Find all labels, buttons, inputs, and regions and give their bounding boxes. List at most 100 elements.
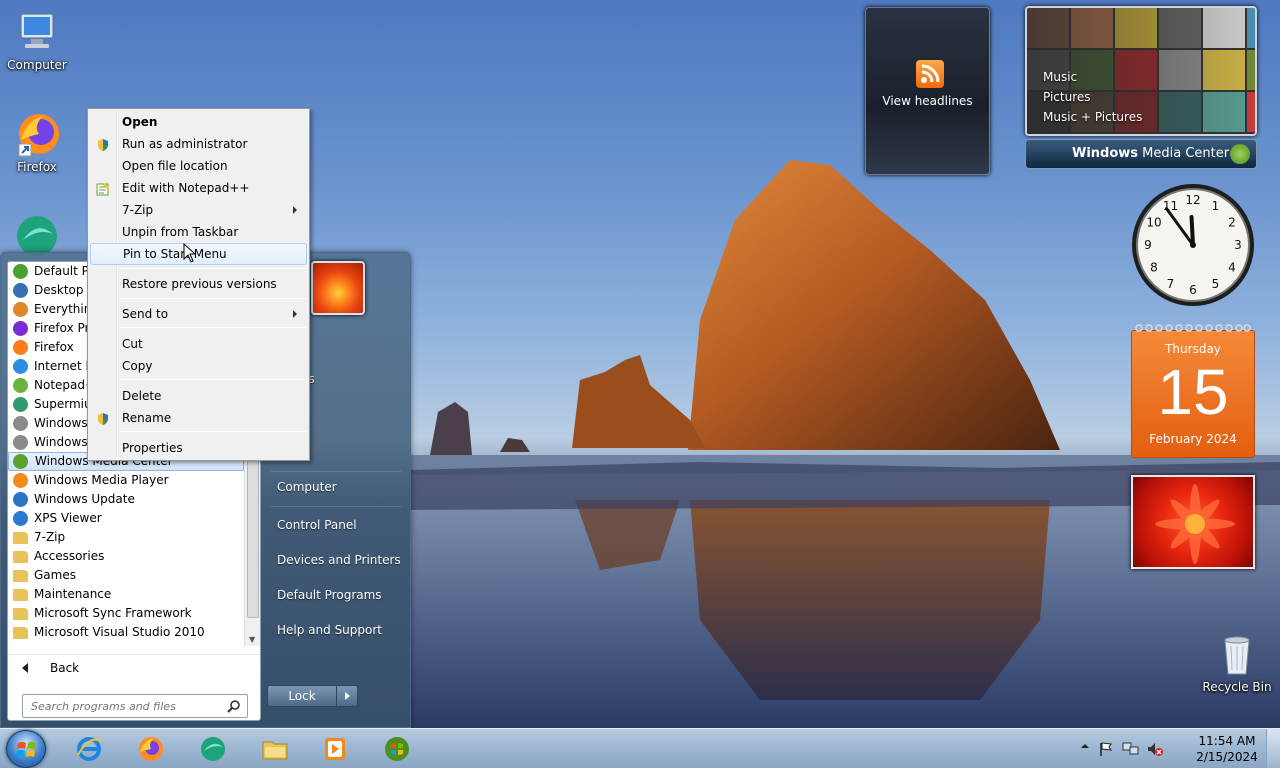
program-item[interactable]: Games bbox=[8, 566, 244, 585]
folder-icon bbox=[13, 532, 28, 544]
program-item[interactable]: Windows Update bbox=[8, 490, 244, 509]
taskbar-button[interactable] bbox=[186, 730, 240, 768]
calendar-rings bbox=[1135, 324, 1251, 332]
context-menu-item[interactable]: Run as administrator bbox=[90, 133, 307, 155]
teams-icon bbox=[199, 735, 227, 763]
desktop-icon-firefox[interactable]: Firefox bbox=[0, 110, 74, 174]
feed-headlines-gadget[interactable]: View headlines bbox=[865, 7, 990, 175]
windows-icon bbox=[13, 435, 28, 450]
context-menu-item[interactable]: Properties bbox=[90, 437, 307, 459]
right-separator bbox=[271, 471, 401, 472]
start-button[interactable] bbox=[6, 730, 46, 768]
right-link-default-programs[interactable]: Default Programs bbox=[265, 581, 405, 609]
windows-update-icon bbox=[13, 492, 28, 507]
folder-icon bbox=[13, 570, 28, 582]
context-menu-item[interactable]: Open file location bbox=[90, 155, 307, 177]
network-icon[interactable] bbox=[1122, 741, 1140, 757]
clock-numeral: 1 bbox=[1212, 199, 1220, 213]
scroll-down-arrow-icon[interactable]: ▼ bbox=[249, 635, 255, 644]
context-menu-item[interactable]: Open bbox=[90, 111, 307, 133]
program-item[interactable]: XPS Viewer bbox=[8, 509, 244, 528]
context-menu-item-label: Open bbox=[122, 115, 158, 129]
right-link-computer[interactable]: Computer bbox=[265, 473, 405, 501]
context-menu-item-label: Restore previous versions bbox=[122, 277, 277, 291]
program-item[interactable]: Microsoft Visual Studio 2010 bbox=[8, 623, 244, 642]
supermium-icon bbox=[13, 397, 28, 412]
program-item-label: Windows Update bbox=[34, 492, 135, 506]
submenu-arrow-icon bbox=[293, 310, 297, 318]
everything-search-icon bbox=[13, 302, 28, 317]
user-account-picture[interactable] bbox=[311, 261, 365, 315]
volume-muted-icon[interactable] bbox=[1146, 741, 1164, 757]
view-headlines-link[interactable]: View headlines bbox=[866, 94, 989, 108]
xps-viewer-icon bbox=[13, 511, 28, 526]
show-hidden-icons-icon[interactable] bbox=[1080, 741, 1090, 751]
slideshow-gadget[interactable] bbox=[1131, 475, 1255, 569]
taskbar-button[interactable] bbox=[62, 730, 116, 768]
program-item[interactable]: Accessories bbox=[8, 547, 244, 566]
search-icon[interactable] bbox=[227, 699, 241, 713]
file-explorer-icon bbox=[261, 735, 289, 763]
context-menu-item-label: Open file location bbox=[122, 159, 228, 173]
taskbar-button[interactable] bbox=[248, 730, 302, 768]
calendar-gadget[interactable]: Thursday 15 February 2024 bbox=[1131, 322, 1255, 458]
context-menu-item[interactable]: Pin to Start Menu bbox=[90, 243, 307, 265]
context-menu-item[interactable]: Send to bbox=[90, 303, 307, 325]
context-menu-item[interactable]: Unpin from Taskbar bbox=[90, 221, 307, 243]
program-item[interactable]: Microsoft Sync Framework bbox=[8, 604, 244, 623]
program-item[interactable]: Windows Media Player bbox=[8, 471, 244, 490]
context-menu-item[interactable]: Edit with Notepad++ bbox=[90, 177, 307, 199]
context-menu-separator bbox=[120, 268, 306, 269]
shutdown-options-arrow[interactable] bbox=[336, 685, 358, 707]
context-menu-item[interactable]: Delete bbox=[90, 385, 307, 407]
media-center-gadget[interactable]: Music Pictures Music + Pictures bbox=[1025, 6, 1257, 136]
clock-numeral: 9 bbox=[1144, 238, 1152, 252]
right-link-help-support[interactable]: Help and Support bbox=[265, 616, 405, 644]
search-input[interactable] bbox=[23, 695, 223, 717]
start-search-box[interactable] bbox=[22, 694, 248, 718]
taskbar-button[interactable] bbox=[124, 730, 178, 768]
context-menu-item-label: Cut bbox=[122, 337, 143, 351]
flower-photo bbox=[1155, 484, 1235, 564]
desktop-icon-recycle-bin[interactable]: Recycle Bin bbox=[1200, 630, 1274, 694]
folder-icon bbox=[13, 608, 28, 620]
firefox-icon bbox=[13, 110, 61, 158]
program-item[interactable]: 7-Zip bbox=[8, 528, 244, 547]
clock-gadget[interactable]: 1 2 3 4 5 6 7 8 9 10 11 12 bbox=[1130, 182, 1256, 308]
context-menu-item-label: Delete bbox=[122, 389, 162, 403]
action-center-flag-icon[interactable] bbox=[1098, 741, 1114, 757]
taskbar-clock-time[interactable]: 11:54 AM bbox=[1192, 734, 1262, 748]
program-item-label: Windows Media Player bbox=[34, 473, 169, 487]
lock-button[interactable]: Lock bbox=[267, 685, 337, 707]
show-desktop-button[interactable] bbox=[1266, 729, 1280, 768]
mc-menu-pictures[interactable]: Pictures bbox=[1043, 90, 1091, 104]
right-link-control-panel[interactable]: Control Panel bbox=[265, 511, 405, 539]
desktop-icon-computer[interactable]: Computer bbox=[0, 8, 74, 72]
taskbar-button[interactable] bbox=[308, 730, 362, 768]
mc-menu-music-pictures[interactable]: Music + Pictures bbox=[1043, 110, 1142, 124]
right-link-devices-printers[interactable]: Devices and Printers bbox=[265, 546, 405, 574]
back-button[interactable]: Back bbox=[8, 654, 260, 680]
taskbar-clock-date[interactable]: 2/15/2024 bbox=[1192, 750, 1262, 764]
context-menu-item[interactable]: Copy bbox=[90, 355, 307, 377]
folder-icon bbox=[13, 589, 28, 601]
back-arrow-icon bbox=[22, 663, 28, 673]
firefox-icon bbox=[13, 340, 28, 355]
context-menu-item[interactable]: Restore previous versions bbox=[90, 273, 307, 295]
context-menu-item[interactable]: 7-Zip bbox=[90, 199, 307, 221]
uac-shield-icon bbox=[96, 137, 110, 151]
clock-numeral: 7 bbox=[1167, 277, 1175, 291]
context-menu-item[interactable]: Rename bbox=[90, 407, 307, 429]
taskbar-button[interactable] bbox=[370, 730, 424, 768]
clock-numeral: 3 bbox=[1234, 238, 1242, 252]
folder-icon bbox=[13, 627, 28, 639]
uac-shield-icon bbox=[96, 411, 110, 425]
mc-menu-music[interactable]: Music bbox=[1043, 70, 1077, 84]
context-menu-item-label: Pin to Start Menu bbox=[123, 247, 227, 261]
media-center-brand-bar[interactable]: Windows Media Center bbox=[1025, 139, 1257, 169]
program-item[interactable]: Maintenance bbox=[8, 585, 244, 604]
program-item-label: Maintenance bbox=[34, 587, 112, 601]
program-item-label: Microsoft Sync Framework bbox=[34, 606, 192, 620]
mc-brand-bold: Windows bbox=[1072, 146, 1139, 161]
context-menu-item[interactable]: Cut bbox=[90, 333, 307, 355]
